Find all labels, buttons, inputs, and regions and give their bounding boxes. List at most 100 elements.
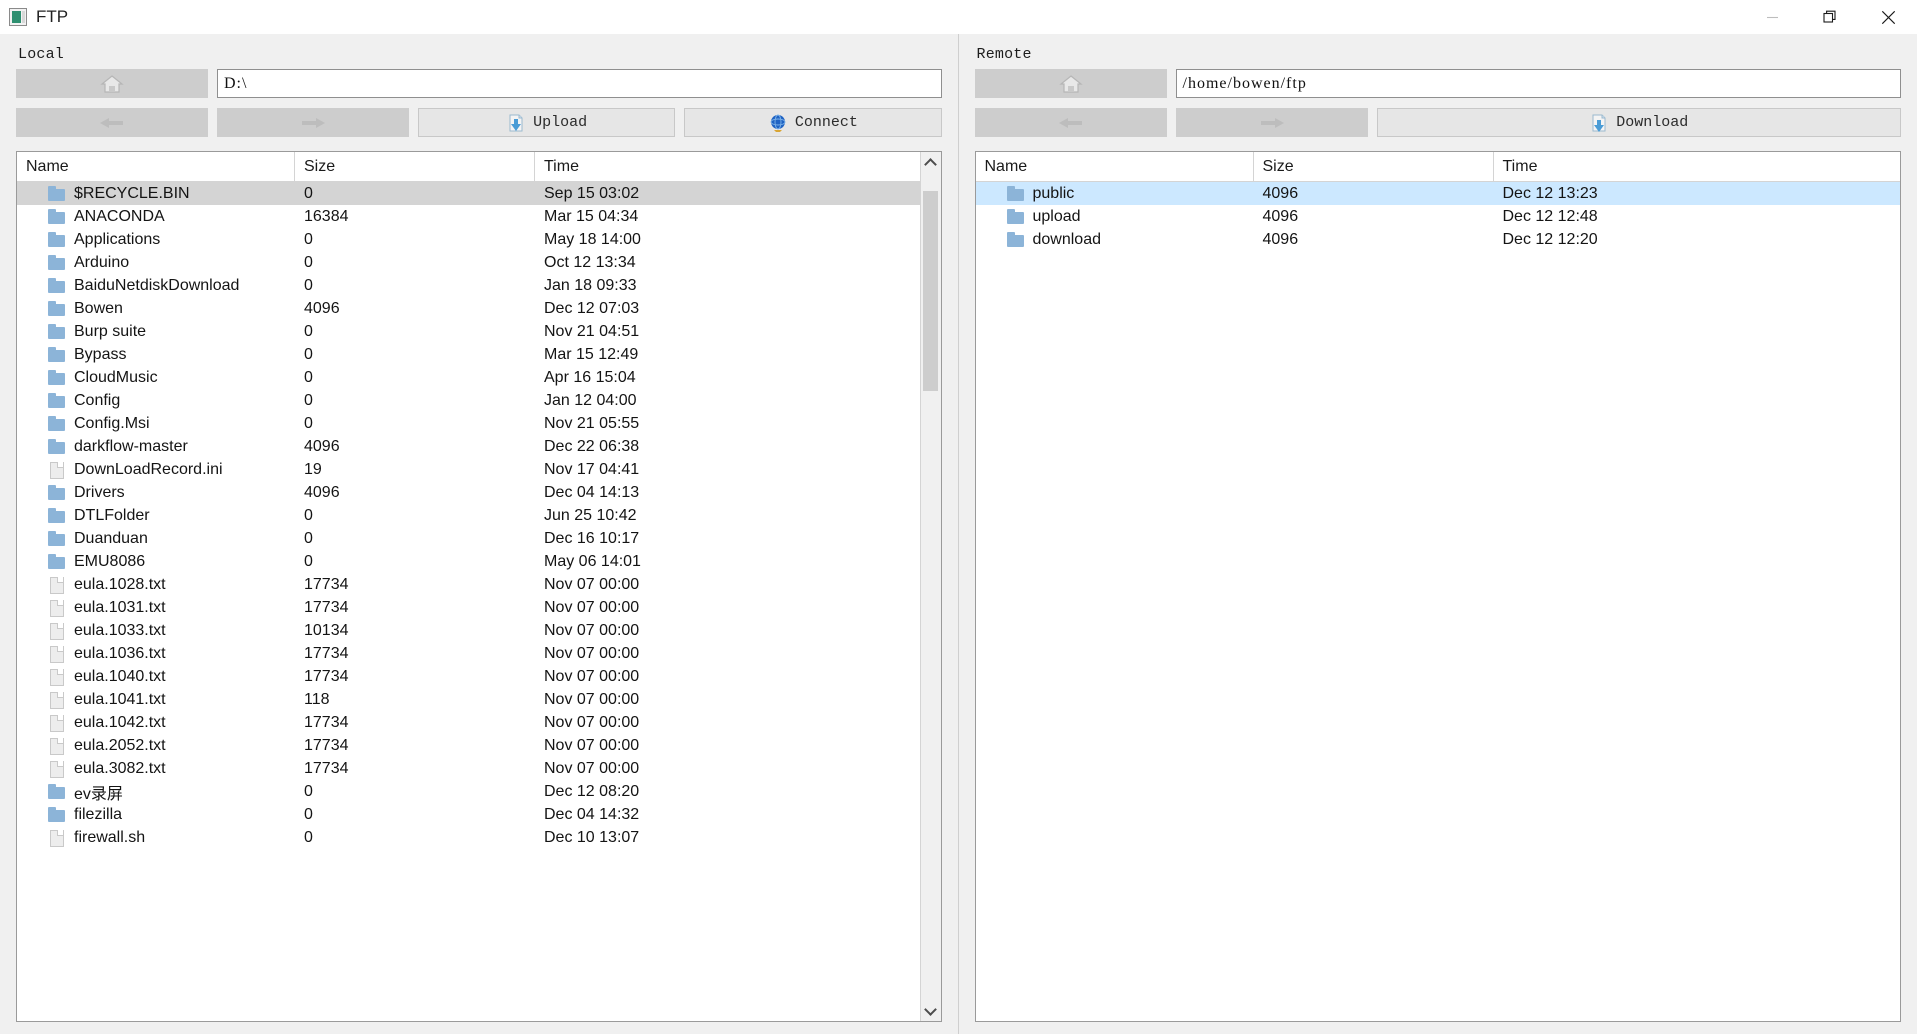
restore-button[interactable]	[1801, 0, 1859, 34]
row-time-cell: Sep 15 03:02	[544, 184, 640, 202]
table-row[interactable]: ANACONDA 16384 Mar 15 04:34	[17, 205, 920, 228]
table-row[interactable]: CloudMusic 0 Apr 16 15:04	[17, 366, 920, 389]
row-time-cell: Dec 12 12:48	[1502, 207, 1598, 225]
remote-back-button[interactable]	[974, 108, 1167, 137]
folder-icon	[48, 439, 65, 454]
remote-column-size[interactable]: Size	[1254, 152, 1494, 181]
table-row[interactable]: DTLFolder 0 Jun 25 10:42	[17, 504, 920, 527]
row-name-text: Applications	[74, 230, 161, 248]
row-name-text: Bowen	[74, 299, 123, 317]
table-row[interactable]: eula.1033.txt 10134 Nov 07 00:00	[17, 619, 920, 642]
row-time-cell: Dec 16 10:17	[544, 529, 640, 547]
row-name-cell: eula.1042.txt	[17, 711, 295, 734]
file-icon	[48, 738, 65, 755]
table-row[interactable]: download 4096 Dec 12 12:20	[976, 228, 1901, 251]
folder-icon	[48, 416, 65, 431]
table-row[interactable]: BaiduNetdiskDownload 0 Jan 18 09:33	[17, 274, 920, 297]
row-name-text: eula.3082.txt	[74, 759, 166, 777]
row-time-cell: Nov 21 04:51	[544, 322, 640, 340]
row-time-cell: May 18 14:00	[544, 230, 641, 248]
table-row[interactable]: filezilla 0 Dec 04 14:32	[17, 803, 920, 826]
row-name-cell: Applications	[17, 228, 295, 251]
local-action-row: Upload Connect	[0, 108, 958, 137]
minimize-button[interactable]	[1743, 0, 1801, 34]
remote-column-name[interactable]: Name	[976, 152, 1254, 181]
row-time-cell: Dec 12 12:20	[1502, 230, 1598, 248]
table-row[interactable]: upload 4096 Dec 12 12:48	[976, 205, 1901, 228]
table-row[interactable]: $RECYCLE.BIN 0 Sep 15 03:02	[17, 182, 920, 205]
local-column-name[interactable]: Name	[17, 152, 295, 181]
row-size-cell: 0	[304, 828, 313, 846]
local-forward-button[interactable]	[217, 108, 409, 137]
row-size-cell: 118	[304, 690, 330, 708]
table-row[interactable]: EMU8086 0 May 06 14:01	[17, 550, 920, 573]
row-size-cell: 4096	[304, 483, 340, 501]
local-column-size[interactable]: Size	[295, 152, 535, 181]
scroll-track[interactable]	[920, 173, 941, 1000]
table-row[interactable]: ev录屏 0 Dec 12 08:20	[17, 780, 920, 803]
row-name-text: Bypass	[74, 345, 127, 363]
connect-button[interactable]: Connect	[684, 108, 942, 137]
scroll-up-button[interactable]	[920, 152, 941, 173]
table-row[interactable]: public 4096 Dec 12 13:23	[975, 182, 1900, 205]
row-name-cell: EMU8086	[17, 550, 295, 573]
remote-forward-button[interactable]	[1175, 108, 1368, 137]
row-time-cell: Mar 15 12:49	[544, 345, 639, 363]
table-row[interactable]: firewall.sh 0 Dec 10 13:07	[17, 826, 920, 849]
row-size-cell: 0	[304, 506, 313, 524]
row-name-text: Config.Msi	[74, 414, 150, 432]
row-name-cell: darkflow-master	[17, 435, 295, 458]
local-column-time[interactable]: Time	[535, 152, 920, 181]
row-name-cell: download	[976, 228, 1254, 251]
local-scrollbar[interactable]	[919, 152, 941, 1021]
remote-column-time[interactable]: Time	[1494, 152, 1901, 181]
table-row[interactable]: eula.1031.txt 17734 Nov 07 00:00	[17, 596, 920, 619]
row-name-text: eula.1041.txt	[74, 690, 166, 708]
table-row[interactable]: Duanduan 0 Dec 16 10:17	[17, 527, 920, 550]
upload-button[interactable]: Upload	[418, 108, 676, 137]
table-row[interactable]: Arduino 0 Oct 12 13:34	[17, 251, 920, 274]
table-row[interactable]: eula.1040.txt 17734 Nov 07 00:00	[17, 665, 920, 688]
table-row[interactable]: darkflow-master 4096 Dec 22 06:38	[17, 435, 920, 458]
table-row[interactable]: DownLoadRecord.ini 19 Nov 17 04:41	[17, 458, 920, 481]
row-size-cell: 0	[304, 322, 313, 340]
row-time-cell: Mar 15 04:34	[544, 207, 639, 225]
row-name-cell: DTLFolder	[17, 504, 295, 527]
scroll-thumb[interactable]	[923, 191, 938, 391]
local-path-input[interactable]: D:\	[217, 69, 942, 98]
row-size-cell: 0	[304, 345, 313, 363]
local-home-button[interactable]	[16, 69, 208, 98]
row-name-cell: CloudMusic	[17, 366, 295, 389]
scroll-down-button[interactable]	[920, 1000, 941, 1021]
remote-home-button[interactable]	[974, 69, 1167, 98]
remote-pane-label: Remote	[976, 46, 1032, 63]
back-arrow-icon	[1058, 117, 1082, 128]
local-pane: Local D:\ Upload Connect Name Size Time …	[0, 34, 958, 1034]
row-time-cell: Nov 07 00:00	[544, 713, 640, 731]
table-row[interactable]: Burp suite 0 Nov 21 04:51	[17, 320, 920, 343]
row-name-text: darkflow-master	[74, 437, 188, 455]
table-row[interactable]: eula.3082.txt 17734 Nov 07 00:00	[17, 757, 920, 780]
row-time-cell: Dec 04 14:13	[544, 483, 640, 501]
remote-rows-container: public 4096 Dec 12 13:23 upload 4096 Dec 12 1…	[975, 182, 1901, 1021]
table-row[interactable]: Applications 0 May 18 14:00	[17, 228, 920, 251]
download-button[interactable]: Download	[1376, 108, 1901, 137]
upload-icon	[509, 114, 523, 131]
remote-path-input[interactable]: /home/bowen/ftp	[1175, 69, 1901, 98]
table-row[interactable]: eula.2052.txt 17734 Nov 07 00:00	[17, 734, 920, 757]
row-size-cell: 4096	[1262, 230, 1299, 248]
home-icon	[1058, 74, 1083, 93]
table-row[interactable]: Bypass 0 Mar 15 12:49	[17, 343, 920, 366]
table-row[interactable]: eula.1036.txt 17734 Nov 07 00:00	[17, 642, 920, 665]
table-row[interactable]: Drivers 4096 Dec 04 14:13	[17, 481, 920, 504]
table-row[interactable]: eula.1042.txt 17734 Nov 07 00:00	[17, 711, 920, 734]
table-row[interactable]: eula.1028.txt 17734 Nov 07 00:00	[17, 573, 920, 596]
table-row[interactable]: Config.Msi 0 Nov 21 05:55	[17, 412, 920, 435]
table-row[interactable]: Config 0 Jan 12 04:00	[17, 389, 920, 412]
row-name-cell: eula.1040.txt	[17, 665, 295, 688]
close-button[interactable]	[1859, 0, 1917, 34]
table-row[interactable]: eula.1041.txt 118 Nov 07 00:00	[17, 688, 920, 711]
connect-button-label: Connect	[768, 113, 858, 133]
table-row[interactable]: Bowen 4096 Dec 12 07:03	[17, 297, 920, 320]
local-back-button[interactable]	[16, 108, 208, 137]
